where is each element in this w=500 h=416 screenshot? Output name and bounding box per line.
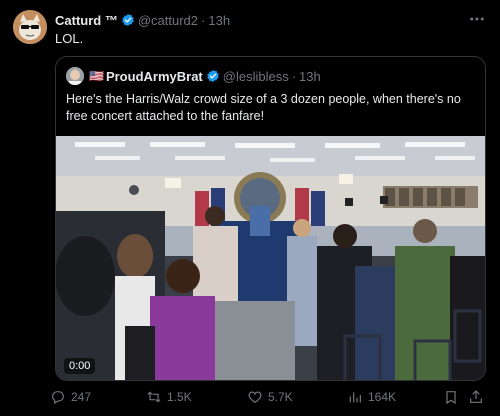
video-player[interactable]: 0:00 (56, 136, 485, 380)
action-bar: 247 1.5K 5.7K 164K (50, 389, 490, 407)
reply-icon (52, 391, 64, 405)
views-count: 164K (368, 390, 397, 404)
repost-count: 1.5K (167, 390, 192, 404)
tweet-header: Catturd ™ @catturd2 · 13h (55, 11, 230, 29)
tweet[interactable]: Catturd ™ @catturd2 · 13h LOL. 🇺🇸 ProudA… (0, 0, 500, 416)
separator-dot: · (291, 68, 297, 84)
like-button[interactable]: 5.7K (247, 389, 293, 405)
video-frame (56, 136, 485, 380)
share-button[interactable] (468, 389, 489, 405)
more-icon[interactable] (468, 10, 486, 28)
reply-count: 247 (71, 390, 92, 404)
quoted-author-name[interactable]: ProudArmyBrat (106, 69, 203, 84)
repost-icon (147, 391, 161, 403)
video-timecode: 0:00 (64, 358, 96, 374)
share-icon (470, 390, 482, 403)
like-icon (248, 391, 262, 404)
bookmark-icon (446, 391, 456, 405)
tweet-text: LOL. (55, 31, 84, 46)
quoted-avatar[interactable] (66, 67, 84, 85)
author-handle[interactable]: @catturd2 (138, 13, 198, 28)
quoted-header: 🇺🇸 ProudArmyBrat @leslibless · 13h (66, 67, 321, 85)
quoted-text: Here's the Harris/Walz crowd size of a 3… (66, 92, 461, 123)
verified-badge-icon (206, 69, 219, 83)
views-button[interactable]: 164K (347, 389, 396, 405)
author-avatar[interactable] (13, 10, 47, 44)
quoted-handle[interactable]: @leslibless (223, 69, 289, 84)
timestamp[interactable]: 13h (208, 13, 230, 28)
quoted-timestamp[interactable]: 13h (299, 69, 321, 84)
us-flag-icon: 🇺🇸 (89, 69, 104, 83)
verified-badge-icon (122, 13, 134, 27)
repost-button[interactable]: 1.5K (146, 389, 192, 405)
reply-button[interactable]: 247 (50, 389, 91, 405)
separator-dot: · (201, 12, 206, 28)
views-icon (349, 392, 361, 403)
quoted-tweet[interactable]: 🇺🇸 ProudArmyBrat @leslibless · 13h Here'… (55, 56, 486, 381)
bookmark-button[interactable] (443, 389, 464, 405)
like-count: 5.7K (268, 390, 293, 404)
author-name[interactable]: Catturd ™ (55, 13, 118, 28)
